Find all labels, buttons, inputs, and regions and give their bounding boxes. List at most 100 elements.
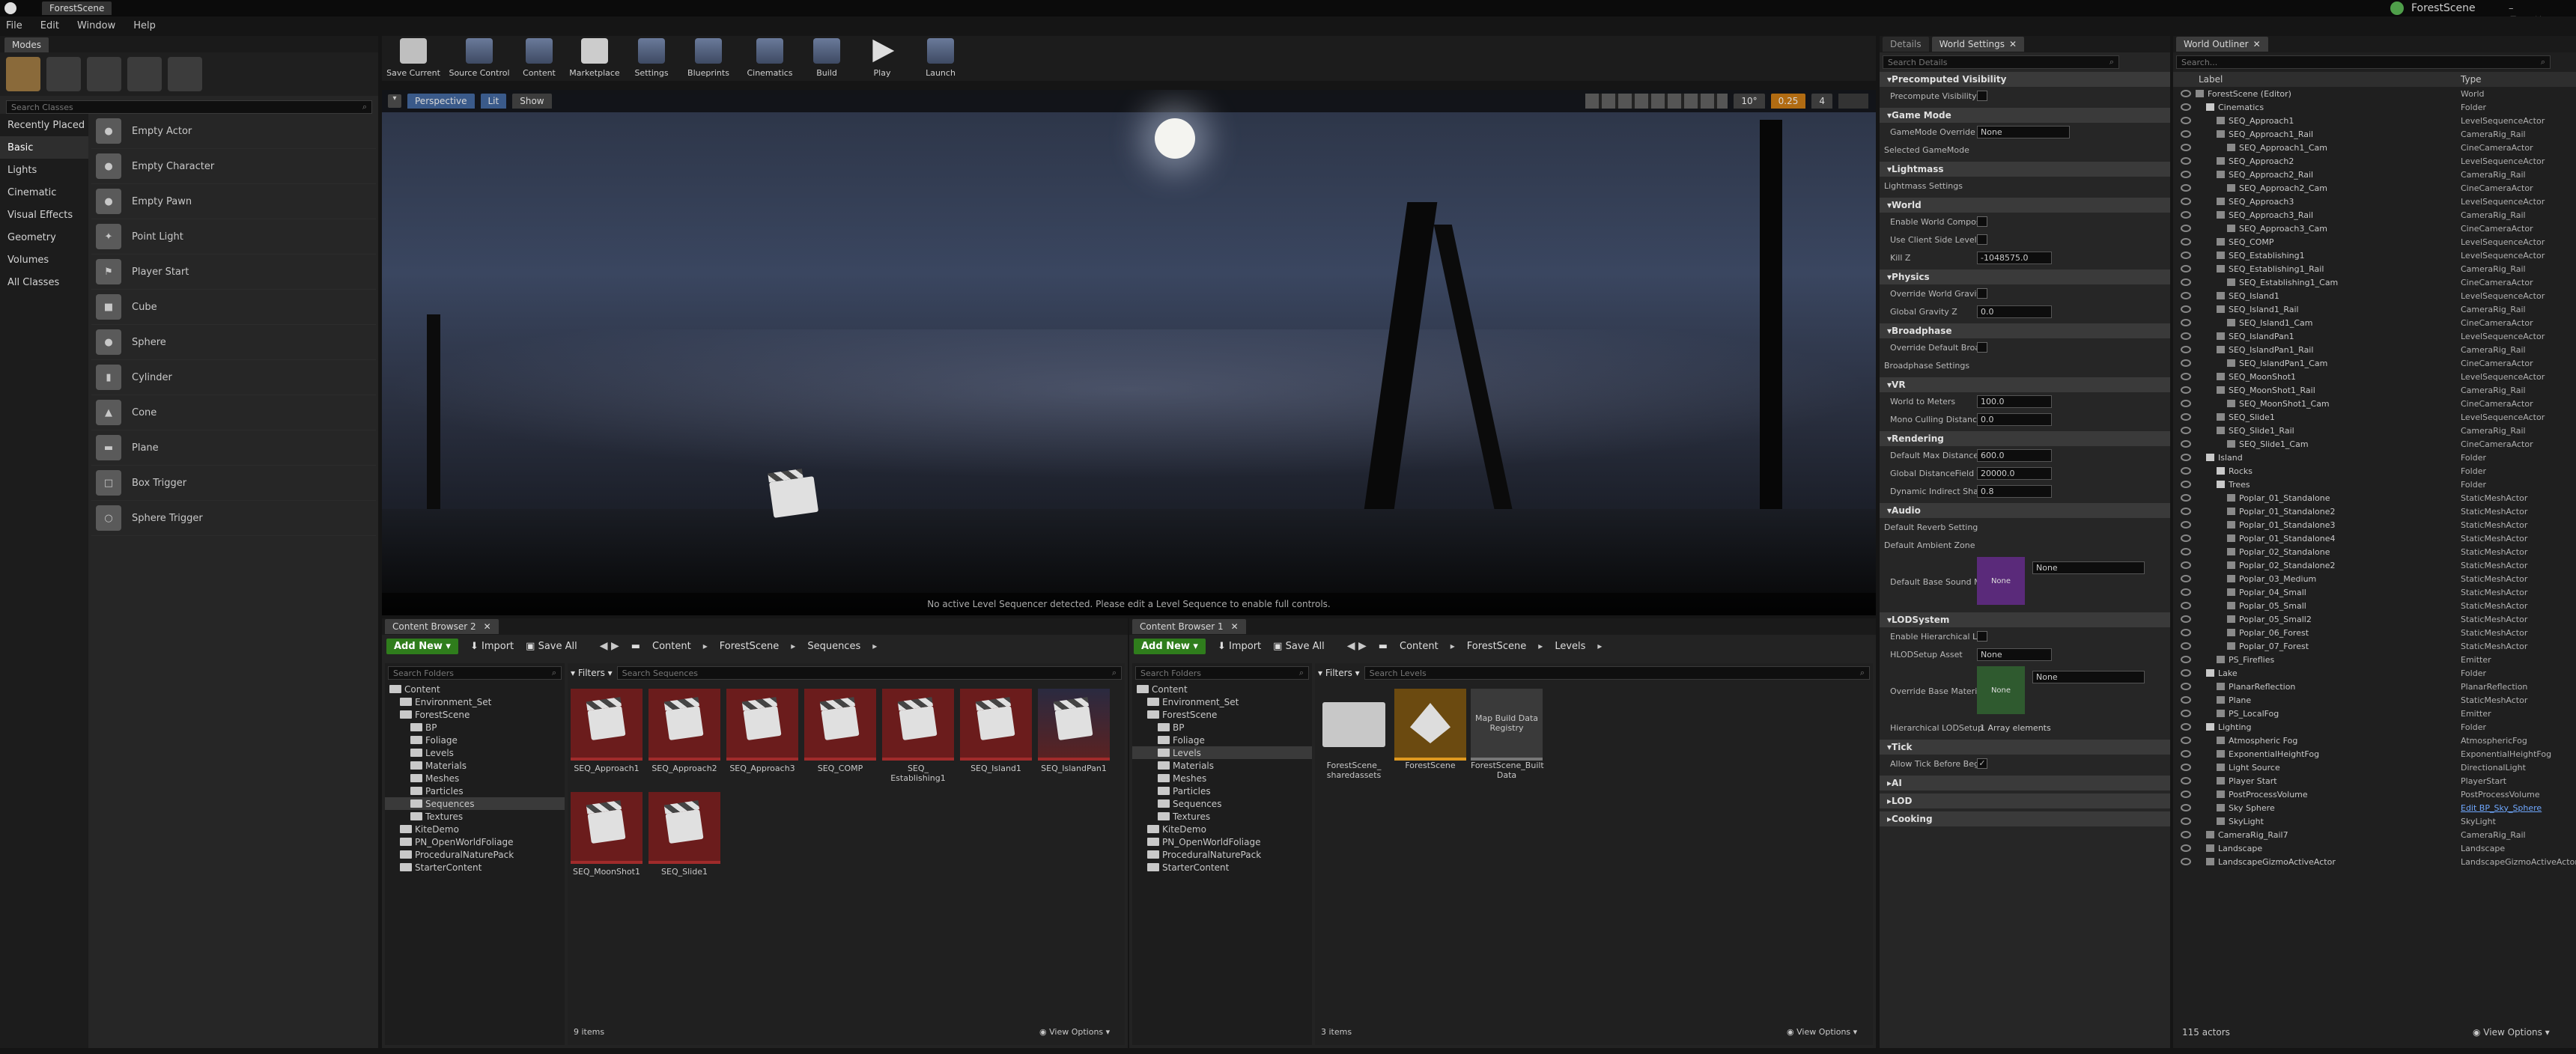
outliner-row[interactable]: SEQ_COMP LevelSequenceActor — [2173, 235, 2576, 249]
visibility-eye-icon[interactable] — [2181, 359, 2191, 367]
visibility-eye-icon[interactable] — [2181, 683, 2191, 690]
marketplace-button[interactable]: Marketplace — [566, 36, 623, 81]
outliner-row[interactable]: Poplar_05_Small StaticMeshActor — [2173, 599, 2576, 612]
visibility-eye-icon[interactable] — [2181, 238, 2191, 246]
folder-tree-item[interactable]: ProceduralNaturePack — [385, 848, 565, 861]
play-button[interactable]: Play — [855, 36, 909, 81]
visibility-eye-icon[interactable] — [2181, 427, 2191, 434]
foliage-mode-icon[interactable] — [127, 57, 162, 91]
search-folders-input[interactable]: Search Folders ⌕ — [1135, 666, 1309, 680]
outliner-row[interactable]: SEQ_MoonShot1_Cam CineCameraActor — [2173, 397, 2576, 410]
details-section-header[interactable]: ▾ Rendering — [1880, 431, 2170, 446]
outliner-row[interactable]: SEQ_Island1_Rail CameraRig_Rail — [2173, 302, 2576, 316]
menu-help[interactable]: Help — [133, 20, 156, 31]
visibility-eye-icon[interactable] — [2181, 373, 2191, 380]
outliner-row[interactable]: SEQ_Approach3_Cam CineCameraActor — [2173, 222, 2576, 235]
outliner-row[interactable]: CameraRig_Rail7 CameraRig_Rail — [2173, 828, 2576, 841]
outliner-row[interactable]: Poplar_01_Standalone3 StaticMeshActor — [2173, 518, 2576, 531]
list-item[interactable]: ○ Sphere Trigger — [91, 501, 376, 536]
viewport-options-icon[interactable]: ▾ — [388, 94, 401, 108]
filters-button[interactable]: ▾ Filters ▾ — [1318, 668, 1360, 678]
search-details-input[interactable]: Search Details ⌕ — [1883, 55, 2119, 69]
outliner-row[interactable]: Poplar_05_Small2 StaticMeshActor — [2173, 612, 2576, 626]
breadcrumb-forestscene[interactable]: ForestScene — [720, 641, 780, 652]
save-all-button[interactable]: ▣ Save All — [526, 641, 577, 652]
outliner-row[interactable]: Poplar_01_Standalone2 StaticMeshActor — [2173, 505, 2576, 518]
outliner-row[interactable]: PostProcessVolume PostProcessVolume — [2173, 788, 2576, 801]
visibility-eye-icon[interactable] — [2181, 561, 2191, 569]
property-value[interactable]: 600.0 — [1977, 448, 2052, 462]
outliner-row[interactable]: SEQ_Approach3 LevelSequenceActor — [2173, 195, 2576, 208]
outliner-row[interactable]: SEQ_Approach1 LevelSequenceActor — [2173, 114, 2576, 127]
details-section-header[interactable]: ▸ AI — [1880, 776, 2170, 790]
lit-button[interactable]: Lit — [480, 94, 507, 109]
visibility-eye-icon[interactable] — [2181, 400, 2191, 407]
paint-mode-icon[interactable] — [46, 57, 81, 91]
asset-tile[interactable]: SEQ_COMP — [804, 689, 876, 773]
content-button[interactable]: Content — [517, 36, 562, 81]
details-section-header[interactable]: ▾ Physics — [1880, 269, 2170, 284]
list-item[interactable]: ▬ Plane — [91, 430, 376, 466]
visibility-eye-icon[interactable] — [2181, 710, 2191, 717]
visibility-eye-icon[interactable] — [2181, 184, 2191, 192]
visibility-eye-icon[interactable] — [2181, 481, 2191, 488]
visibility-eye-icon[interactable] — [2181, 198, 2191, 205]
outliner-row[interactable]: Poplar_01_Standalone StaticMeshActor — [2173, 491, 2576, 505]
visibility-eye-icon[interactable] — [2181, 144, 2191, 151]
history-arrows[interactable]: ◀ ▶ — [600, 640, 619, 652]
content-browser-2-tab[interactable]: Content Browser 2 ✕ — [385, 619, 499, 634]
folder-tree-item[interactable]: KiteDemo — [1132, 823, 1312, 835]
folder-tree-item[interactable]: BP — [1132, 721, 1312, 734]
breadcrumb-levels[interactable]: Levels — [1555, 641, 1585, 652]
folder-tree-item[interactable]: StarterContent — [385, 861, 565, 874]
view-options-button[interactable]: ◉ View Options ▾ — [1787, 1027, 1857, 1037]
folder-tree-item[interactable]: Sequences — [1132, 797, 1312, 810]
grid-value[interactable]: 4 — [1811, 94, 1832, 109]
asset-thumbnail[interactable]: None — [1977, 666, 2025, 714]
outliner-row[interactable]: Poplar_07_Forest StaticMeshActor — [2173, 639, 2576, 653]
outliner-row[interactable]: Trees Folder — [2173, 478, 2576, 491]
visibility-eye-icon[interactable] — [2181, 319, 2191, 326]
visibility-eye-icon[interactable] — [2181, 844, 2191, 852]
visibility-eye-icon[interactable] — [2181, 750, 2191, 758]
landscape-mode-icon[interactable] — [87, 57, 121, 91]
outliner-row[interactable]: SEQ_Establishing1_Cam CineCameraActor — [2173, 275, 2576, 289]
category-cinematic[interactable]: Cinematic — [0, 181, 88, 204]
menu-window[interactable]: Window — [77, 20, 115, 31]
visibility-eye-icon[interactable] — [2181, 588, 2191, 596]
details-tab[interactable]: Details — [1883, 37, 1929, 52]
label-column-header[interactable]: Label — [2199, 74, 2223, 85]
outliner-row[interactable]: Poplar_02_Standalone StaticMeshActor — [2173, 545, 2576, 558]
outliner-row[interactable]: ExponentialHeightFog ExponentialHeightFog — [2173, 747, 2576, 761]
asset-combo[interactable]: None — [2032, 671, 2145, 683]
property-checkbox[interactable] — [1977, 91, 1987, 101]
perspective-button[interactable]: Perspective — [407, 94, 475, 109]
folder-tree-item[interactable]: Particles — [1132, 785, 1312, 797]
outliner-row[interactable]: Poplar_04_Small StaticMeshActor — [2173, 585, 2576, 599]
list-item[interactable]: ● Empty Character — [91, 149, 376, 184]
visibility-eye-icon[interactable] — [2181, 252, 2191, 259]
list-item[interactable]: ■ Cube — [91, 290, 376, 325]
visibility-eye-icon[interactable] — [2181, 117, 2191, 124]
list-item[interactable]: ● Empty Actor — [91, 114, 376, 149]
outliner-row[interactable]: Player Start PlayerStart — [2173, 774, 2576, 788]
outliner-row[interactable]: SEQ_Establishing1_Rail CameraRig_Rail — [2173, 262, 2576, 275]
save-all-button[interactable]: ▣ Save All — [1273, 641, 1325, 652]
list-item[interactable]: ✦ Point Light — [91, 219, 376, 255]
view-options-button[interactable]: ◉ View Options ▾ — [2473, 1027, 2550, 1038]
visibility-eye-icon[interactable] — [2181, 575, 2191, 582]
outliner-row[interactable]: LandscapeGizmoActiveActor LandscapeGizmoA… — [2173, 855, 2576, 868]
asset-combo[interactable]: None — [2032, 561, 2145, 574]
search-assets-input[interactable]: Search Levels ⌕ — [1364, 666, 1870, 680]
property-value[interactable]: 0.8 — [1977, 484, 2052, 498]
property-value[interactable]: 0.0 — [1977, 412, 2052, 426]
outliner-row[interactable]: SEQ_IslandPan1_Rail CameraRig_Rail — [2173, 343, 2576, 356]
property-combo[interactable]: None — [1977, 648, 2052, 661]
folder-tree-item[interactable]: Environment_Set — [385, 695, 565, 708]
visibility-eye-icon[interactable] — [2181, 467, 2191, 475]
outliner-row[interactable]: ForestScene (Editor) World — [2173, 87, 2576, 100]
folder-tree-item[interactable]: ForestScene — [385, 708, 565, 721]
breadcrumb-sequences[interactable]: Sequences — [807, 641, 860, 652]
property-checkbox[interactable] — [1977, 342, 1987, 353]
user-icon[interactable] — [2390, 1, 2404, 15]
